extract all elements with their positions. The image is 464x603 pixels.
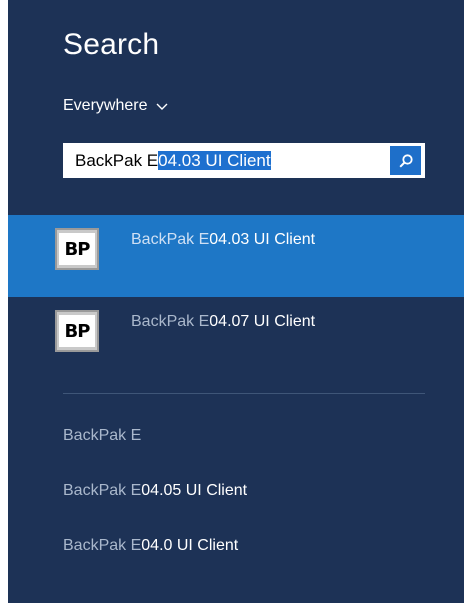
search-icon	[398, 153, 413, 168]
search-selected-text: 04.03 UI Client	[158, 150, 271, 170]
search-scope-label: Everywhere	[63, 97, 148, 114]
result-match-text: BackPak E	[131, 313, 210, 330]
search-result-label: BackPak E04.07 UI Client	[131, 313, 315, 331]
result-rest-text: 04.07 UI Client	[209, 313, 316, 330]
suggestion-rest-text: 04.05 UI Client	[141, 482, 248, 499]
app-icon-logo: BP	[59, 315, 95, 347]
app-icon-logo: BP	[59, 233, 95, 265]
result-rest-text: 04.03 UI Client	[209, 231, 316, 248]
suggestion-match-text: BackPak E	[63, 537, 142, 554]
suggestion-rest-text: 04.0 UI Client	[141, 537, 239, 554]
search-button[interactable]	[390, 146, 421, 175]
search-suggestion[interactable]: BackPak E	[63, 427, 141, 445]
results-divider	[63, 393, 425, 394]
search-scope-dropdown[interactable]: Everywhere	[63, 97, 169, 115]
page-title: Search	[63, 28, 160, 61]
result-match-text: BackPak E	[131, 231, 210, 248]
search-result-label: BackPak E04.03 UI Client	[131, 231, 315, 249]
app-icon: BP	[55, 228, 99, 270]
search-suggestion[interactable]: BackPak E04.0 UI Client	[63, 537, 238, 555]
search-typed-text: BackPak E	[75, 150, 159, 170]
search-result-item[interactable]: BP BackPak E04.07 UI Client	[8, 297, 464, 379]
search-suggestion[interactable]: BackPak E04.05 UI Client	[63, 482, 247, 500]
search-input[interactable]: BackPak E04.03 UI Client	[63, 143, 425, 178]
suggestion-match-text: BackPak E	[63, 482, 142, 499]
search-result-item[interactable]: BP BackPak E04.03 UI Client	[8, 215, 464, 297]
search-input-text: BackPak E04.03 UI Client	[75, 150, 271, 172]
search-pane: Search Everywhere BackPak E04.03 UI Clie…	[8, 0, 464, 603]
chevron-down-icon	[156, 103, 168, 110]
app-icon: BP	[55, 310, 99, 352]
suggestion-match-text: BackPak E	[63, 427, 142, 444]
